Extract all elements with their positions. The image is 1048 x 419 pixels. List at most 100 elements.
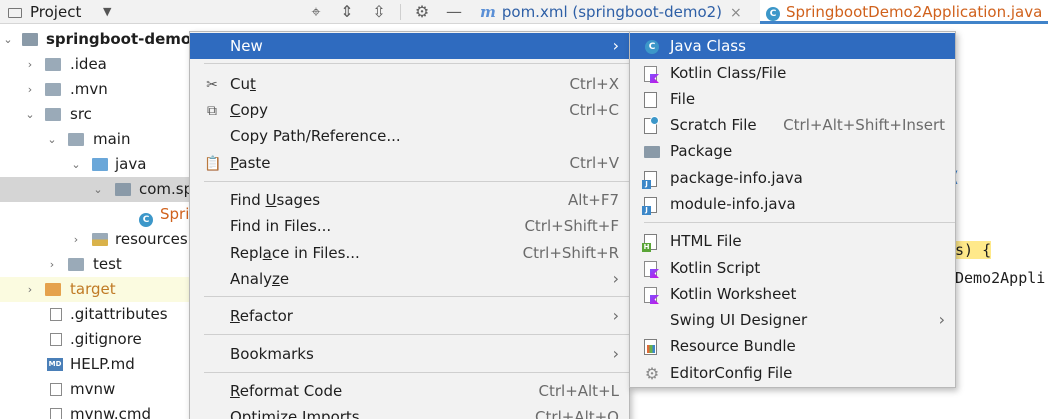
menu-separator (204, 296, 629, 297)
tree-item-gitattributes[interactable]: .gitattributes (0, 302, 190, 327)
kotlin-file-icon (644, 261, 657, 277)
folder-icon (45, 58, 61, 71)
menu-item-kotlin-class-file[interactable]: Kotlin Class/File (630, 60, 955, 86)
copy-icon: ⧉ (207, 103, 217, 119)
tree-item-test[interactable]: › test (0, 252, 190, 277)
java-file-icon (642, 171, 657, 189)
close-tab-icon[interactable]: × (730, 5, 742, 21)
java-class-icon: C (766, 7, 780, 21)
menu-separator (644, 222, 955, 223)
toolbar-divider (400, 4, 401, 20)
folder-icon (45, 108, 61, 121)
menu-item-html-file[interactable]: HTML File (630, 228, 955, 254)
menu-item-java-class[interactable]: C Java Class (630, 33, 955, 59)
chevron-right-icon: › (938, 310, 945, 329)
java-class-icon: C (644, 38, 660, 54)
file-icon (644, 92, 657, 108)
project-view-dropdown-icon[interactable]: ▼ (103, 0, 111, 24)
clipboard-icon: 📋 (204, 156, 222, 172)
chevron-right-icon[interactable]: › (46, 252, 58, 277)
tab-pom-xml[interactable]: m pom.xml (springboot-demo2) × (480, 0, 742, 24)
menu-item-copy-path[interactable]: Copy Path/Reference... (190, 123, 629, 149)
chevron-right-icon: › (612, 306, 619, 325)
tree-item-main[interactable]: ⌄ main (0, 127, 190, 152)
menu-item-find-usages[interactable]: Find Usages Alt+F7 (190, 187, 629, 213)
file-icon (50, 333, 62, 346)
chevron-right-icon[interactable]: › (24, 277, 36, 302)
menu-item-reformat-code[interactable]: Reformat Code Ctrl+Alt+L (190, 378, 629, 404)
tree-item-application-class[interactable]: C Spri (0, 202, 190, 227)
menu-item-replace-in-files[interactable]: Replace in Files... Ctrl+Shift+R (190, 240, 629, 266)
markdown-icon: MD (47, 358, 63, 371)
maven-icon: m (480, 3, 496, 21)
package-icon (115, 183, 131, 196)
menu-item-copy[interactable]: ⧉ Copy Ctrl+C (190, 97, 629, 123)
tree-item-src[interactable]: ⌄ src (0, 102, 190, 127)
tree-item-resources[interactable]: › resources (0, 227, 190, 252)
new-submenu: C Java Class Kotlin Class/File File Scra… (629, 31, 956, 388)
minimize-icon[interactable]: — (444, 0, 464, 24)
kotlin-file-icon (644, 66, 657, 82)
expand-all-icon[interactable]: ⇕ (337, 0, 357, 24)
tree-item-mvn[interactable]: › .mvn (0, 77, 190, 102)
menu-item-module-info[interactable]: module-info.java (630, 191, 955, 217)
chevron-down-icon[interactable]: ⌄ (24, 102, 36, 127)
source-folder-icon (92, 158, 108, 171)
folder-icon (45, 83, 61, 96)
chevron-down-icon[interactable]: ⌄ (70, 152, 82, 177)
file-icon (50, 408, 62, 419)
chevron-right-icon[interactable]: › (24, 77, 36, 102)
file-icon (50, 383, 62, 396)
tree-item-com-package[interactable]: ⌄ com.sp (0, 177, 193, 202)
tree-item-mvnw[interactable]: mvnw (0, 377, 190, 402)
chevron-down-icon[interactable]: ⌄ (2, 27, 14, 52)
menu-item-swing-ui-designer[interactable]: Swing UI Designer › (630, 307, 955, 333)
menu-item-refactor[interactable]: Refactor › (190, 303, 629, 329)
folder-icon (68, 258, 84, 271)
menu-item-paste[interactable]: 📋 Paste Ctrl+V (190, 150, 629, 176)
menu-item-cut[interactable]: ✂ Cut Ctrl+X (190, 71, 629, 97)
menu-item-resource-bundle[interactable]: Resource Bundle (630, 333, 955, 359)
chevron-right-icon: › (612, 36, 619, 55)
folder-icon (68, 133, 84, 146)
menu-item-new[interactable]: New › (190, 33, 629, 59)
menu-item-package[interactable]: Package (630, 138, 955, 164)
resources-folder-icon (92, 233, 108, 246)
menu-item-file[interactable]: File (630, 86, 955, 112)
module-folder-icon (22, 33, 38, 46)
menu-item-kotlin-script[interactable]: Kotlin Script (630, 255, 955, 281)
project-view-title[interactable]: Project (8, 0, 81, 24)
tree-item-help-md[interactable]: MD HELP.md (0, 352, 190, 377)
chevron-right-icon[interactable]: › (24, 52, 36, 77)
menu-item-editorconfig-file[interactable]: ⚙ EditorConfig File (630, 360, 955, 386)
collapse-all-icon[interactable]: ⇳ (369, 0, 389, 24)
tree-item-java[interactable]: ⌄ java (0, 152, 190, 177)
tab-springboot-application[interactable]: C SpringbootDemo2Application.java (760, 0, 1048, 24)
gear-icon[interactable]: ⚙ (412, 0, 432, 24)
package-icon (644, 146, 660, 158)
menu-item-analyze[interactable]: Analyze › (190, 266, 629, 292)
menu-item-kotlin-worksheet[interactable]: Kotlin Worksheet (630, 281, 955, 307)
menu-item-optimize-imports[interactable]: Optimize Imports Ctrl+Alt+O (190, 404, 629, 419)
scissors-icon: ✂ (206, 77, 218, 93)
menu-item-bookmarks[interactable]: Bookmarks › (190, 341, 629, 367)
java-class-icon: C (139, 206, 155, 227)
tree-item-gitignore[interactable]: .gitignore (0, 327, 190, 352)
code-fragment-app: Demo2Appli (955, 269, 1046, 287)
tree-item-idea[interactable]: › .idea (0, 52, 190, 77)
menu-item-find-in-files[interactable]: Find in Files... Ctrl+Shift+F (190, 213, 629, 239)
kotlin-file-icon (644, 287, 657, 303)
tree-item-target[interactable]: › target (0, 277, 190, 302)
resource-bundle-icon (644, 339, 657, 355)
menu-item-scratch-file[interactable]: Scratch File Ctrl+Alt+Shift+Insert (630, 112, 955, 138)
chevron-right-icon[interactable]: › (70, 227, 82, 252)
tree-item-mvnw-cmd[interactable]: mvnw.cmd (0, 402, 190, 419)
chevron-down-icon[interactable]: ⌄ (92, 177, 104, 202)
tree-item-springboot-demo2[interactable]: ⌄ springboot-demo2 (0, 27, 201, 52)
chevron-down-icon[interactable]: ⌄ (46, 127, 58, 152)
context-menu: New › ✂ Cut Ctrl+X ⧉ Copy Ctrl+C Copy Pa… (189, 31, 630, 419)
menu-item-package-info[interactable]: package-info.java (630, 165, 955, 191)
crosshair-icon[interactable]: ⌖ (306, 0, 326, 24)
menu-separator (204, 181, 629, 182)
excluded-folder-icon (45, 283, 61, 296)
